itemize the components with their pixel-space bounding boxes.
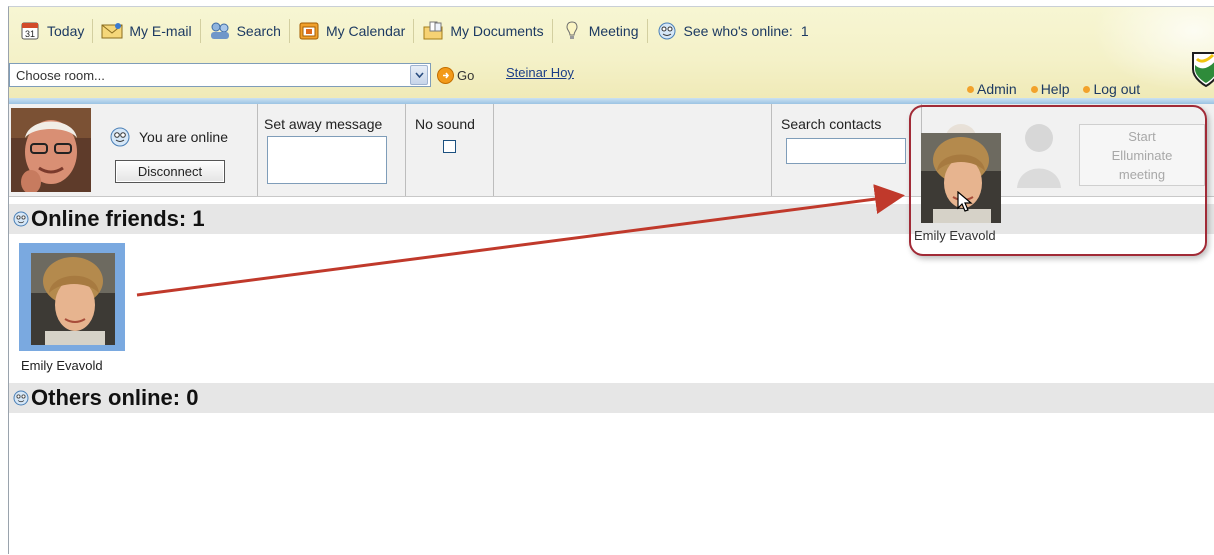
app-window: 31 Today My E-mail Search My Calendar My… bbox=[8, 6, 1214, 554]
annotation-arrow bbox=[136, 184, 905, 297]
